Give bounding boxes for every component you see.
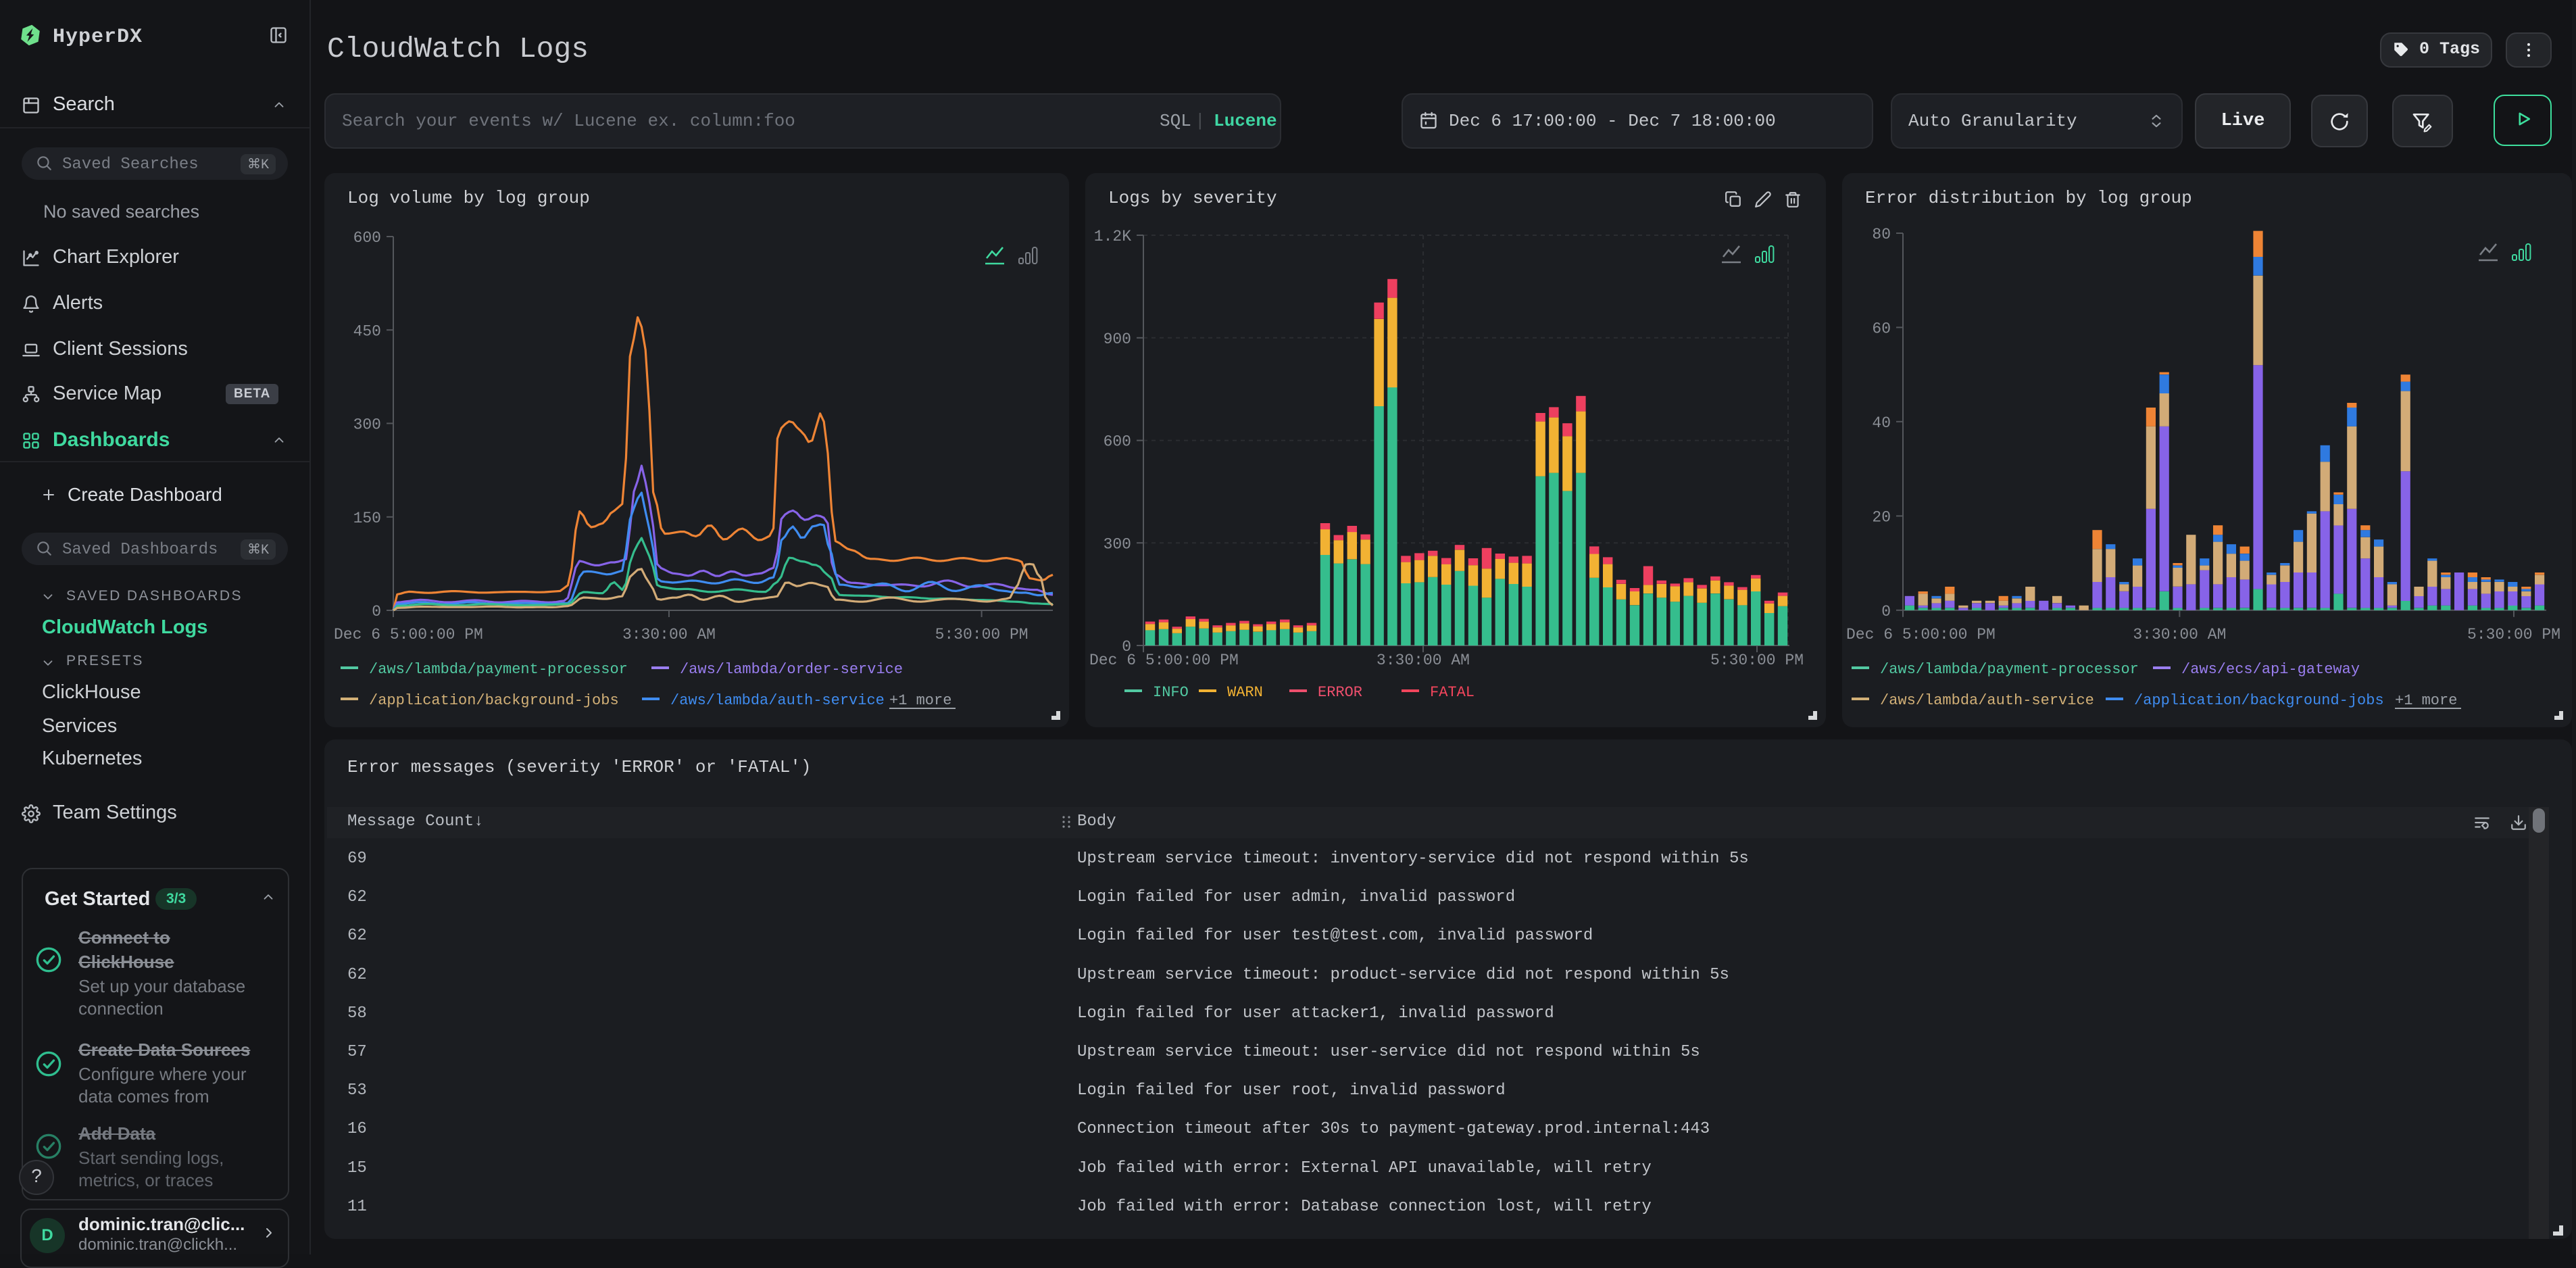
svg-text:450: 450: [353, 322, 381, 340]
svg-text:/application/background-jobs: /application/background-jobs: [2134, 692, 2384, 709]
svg-text:300: 300: [353, 416, 381, 434]
svg-text:600: 600: [353, 229, 381, 247]
svg-text:3:30:00 AM: 3:30:00 AM: [1377, 652, 1470, 669]
svg-text:/aws/lambda/auth-service: /aws/lambda/auth-service: [1880, 692, 2094, 709]
svg-text:600: 600: [1104, 433, 1131, 451]
svg-text:/aws/lambda/order-service: /aws/lambda/order-service: [680, 661, 903, 678]
svg-text:ERROR: ERROR: [1318, 684, 1362, 701]
svg-text:/aws/lambda/payment-processor: /aws/lambda/payment-processor: [369, 661, 628, 678]
svg-text:+1 more: +1 more: [2395, 692, 2457, 709]
svg-text:/aws/lambda/auth-service: /aws/lambda/auth-service: [670, 692, 885, 709]
svg-text:1.2K: 1.2K: [1094, 228, 1131, 245]
svg-text:5:30:00 PM: 5:30:00 PM: [2467, 626, 2560, 643]
svg-text:40: 40: [1872, 414, 1891, 432]
svg-text:/aws/lambda/payment-processor: /aws/lambda/payment-processor: [1880, 661, 2139, 678]
svg-text:3:30:00 AM: 3:30:00 AM: [2133, 626, 2226, 643]
svg-text:5:30:00 PM: 5:30:00 PM: [935, 626, 1029, 643]
svg-text:5:30:00 PM: 5:30:00 PM: [1710, 652, 1804, 669]
svg-text:900: 900: [1104, 331, 1131, 348]
svg-text:Dec 6 5:00:00 PM: Dec 6 5:00:00 PM: [334, 626, 483, 643]
svg-text:80: 80: [1872, 226, 1891, 243]
svg-text:Dec 6 5:00:00 PM: Dec 6 5:00:00 PM: [1846, 626, 1996, 643]
svg-text:WARN: WARN: [1227, 684, 1263, 701]
svg-text:+1 more: +1 more: [889, 692, 951, 709]
svg-text:0: 0: [372, 603, 381, 620]
svg-text:FATAL: FATAL: [1430, 684, 1475, 701]
svg-text:3:30:00 AM: 3:30:00 AM: [622, 626, 716, 643]
svg-text:INFO: INFO: [1153, 684, 1189, 701]
svg-text:/aws/ecs/api-gateway: /aws/ecs/api-gateway: [2181, 661, 2360, 678]
svg-text:0: 0: [1881, 603, 1891, 620]
svg-text:20: 20: [1872, 508, 1891, 526]
svg-text:/application/background-jobs: /application/background-jobs: [369, 692, 619, 709]
svg-text:Dec 6 5:00:00 PM: Dec 6 5:00:00 PM: [1089, 652, 1239, 669]
svg-text:60: 60: [1872, 320, 1891, 337]
svg-text:150: 150: [353, 510, 381, 527]
svg-text:300: 300: [1104, 535, 1131, 553]
